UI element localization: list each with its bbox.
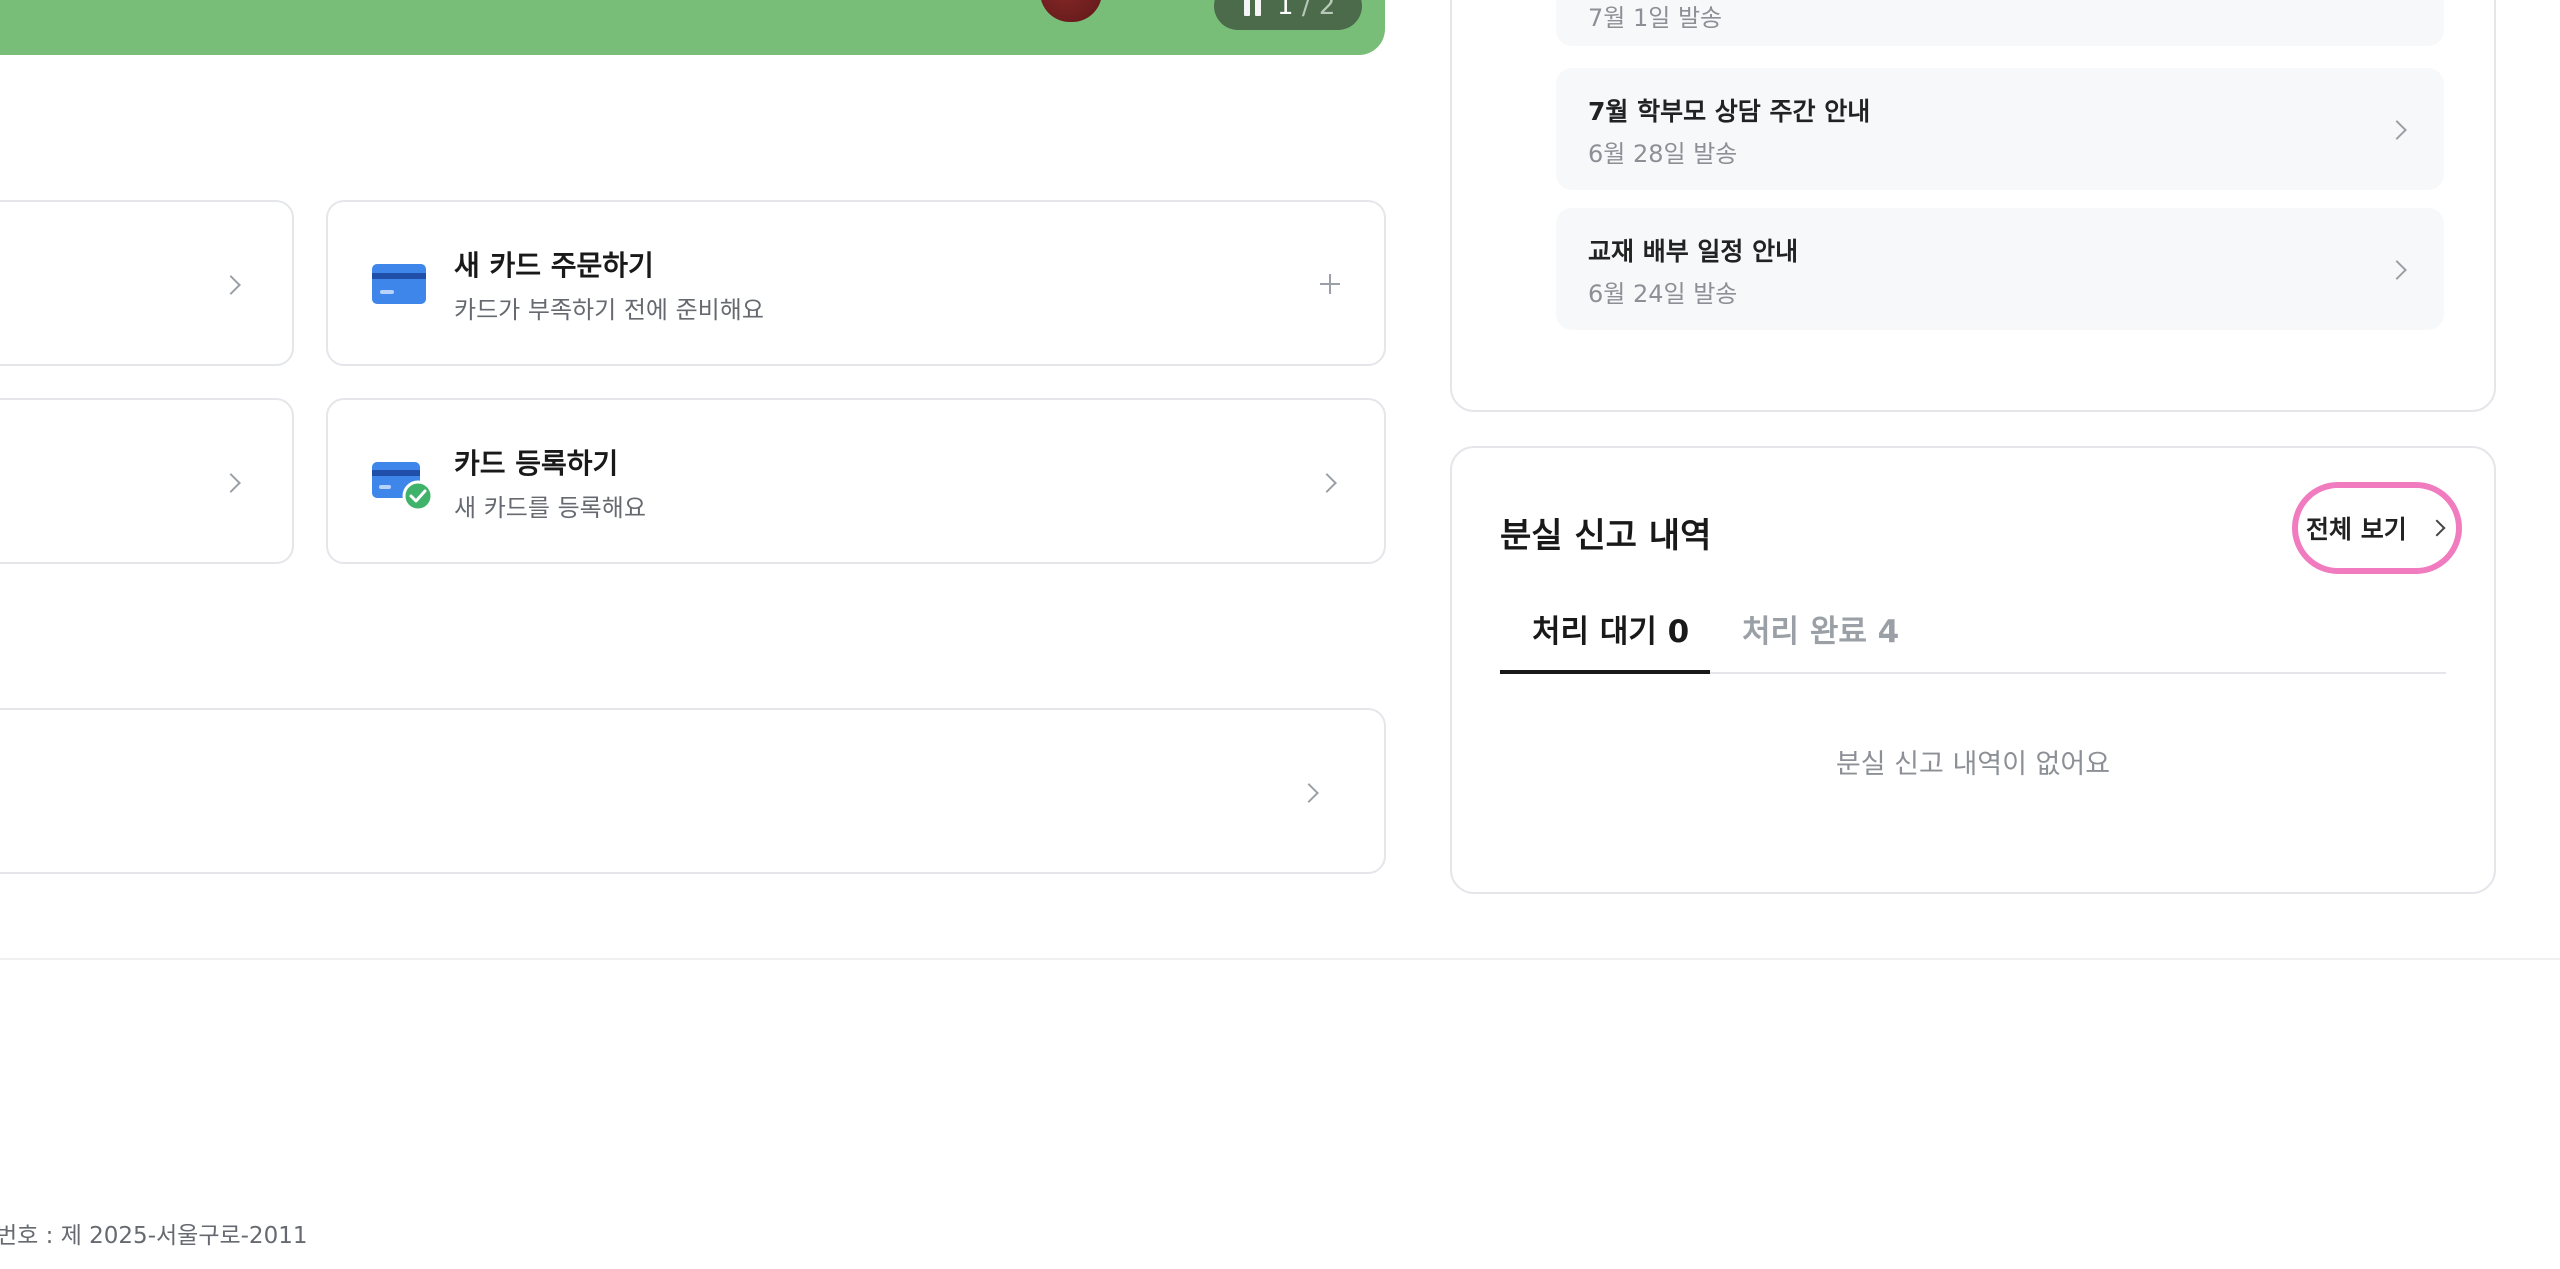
wide-link-card[interactable] xyxy=(0,708,1386,874)
left-card-top[interactable] xyxy=(0,200,294,366)
notice-item-partial[interactable]: 7월 1일 발송 xyxy=(1556,0,2444,46)
lost-report-title: 분실 신고 내역 xyxy=(1500,516,1712,556)
tab-completed[interactable]: 처리 완료 4 xyxy=(1742,606,1899,651)
chevron-right-icon xyxy=(2387,120,2407,140)
banner-slide-counter[interactable]: 1 / 2 xyxy=(1214,0,1362,30)
notice-panel xyxy=(1450,0,2496,412)
credit-card-check-icon xyxy=(372,462,434,512)
notice-date: 6월 24일 발송 xyxy=(1588,280,1738,308)
register-card-subtitle: 새 카드를 등록해요 xyxy=(454,494,646,522)
notice-date: 7월 1일 발송 xyxy=(1588,4,1723,32)
chevron-right-icon xyxy=(2428,519,2446,537)
slide-indicator: 1 / 2 xyxy=(1277,0,1335,21)
chevron-right-icon xyxy=(221,473,241,493)
view-all-label: 전체 보기 xyxy=(2306,515,2407,544)
register-card-title: 카드 등록하기 xyxy=(454,447,619,480)
credit-card-icon xyxy=(372,264,426,304)
notice-title: 교재 배부 일정 안내 xyxy=(1588,237,1799,266)
notice-title: 7월 학부모 상담 주간 안내 xyxy=(1588,97,1871,126)
plus-icon xyxy=(1320,274,1340,294)
page-root: 1 / 2 새 카드 주문하기 카드가 부족하기 전에 준비해요 카드 등록하기 xyxy=(0,0,2560,1269)
chevron-right-icon xyxy=(2387,260,2407,280)
footer-divider xyxy=(0,958,2560,960)
order-card-title: 새 카드 주문하기 xyxy=(454,249,654,282)
chevron-right-icon xyxy=(1299,783,1319,803)
left-card-bottom[interactable] xyxy=(0,398,294,564)
promo-banner[interactable] xyxy=(0,0,1385,55)
tab-pending[interactable]: 처리 대기 0 xyxy=(1532,606,1689,651)
order-new-card[interactable]: 새 카드 주문하기 카드가 부족하기 전에 준비해요 xyxy=(326,200,1386,366)
lost-report-empty-message: 분실 신고 내역이 없어요 xyxy=(1835,749,2111,780)
slide-total: 2 xyxy=(1318,0,1336,21)
notice-date: 6월 28일 발송 xyxy=(1588,140,1738,168)
view-all-button[interactable]: 전체 보기 xyxy=(2292,482,2462,574)
register-card[interactable]: 카드 등록하기 새 카드를 등록해요 xyxy=(326,398,1386,564)
chevron-right-icon xyxy=(1317,473,1337,493)
active-tab-indicator xyxy=(1500,670,1710,674)
notice-item[interactable]: 7월 학부모 상담 주간 안내 6월 28일 발송 xyxy=(1556,68,2444,190)
notice-item[interactable]: 교재 배부 일정 안내 6월 24일 발송 xyxy=(1556,208,2444,330)
slide-current: 1 xyxy=(1277,0,1294,21)
footer-registration-number: 번호 : 제 2025-서울구로-2011 xyxy=(0,1223,308,1249)
pause-icon[interactable] xyxy=(1244,0,1261,16)
chevron-right-icon xyxy=(221,275,241,295)
slide-separator: / xyxy=(1301,0,1311,21)
order-card-subtitle: 카드가 부족하기 전에 준비해요 xyxy=(454,296,764,324)
